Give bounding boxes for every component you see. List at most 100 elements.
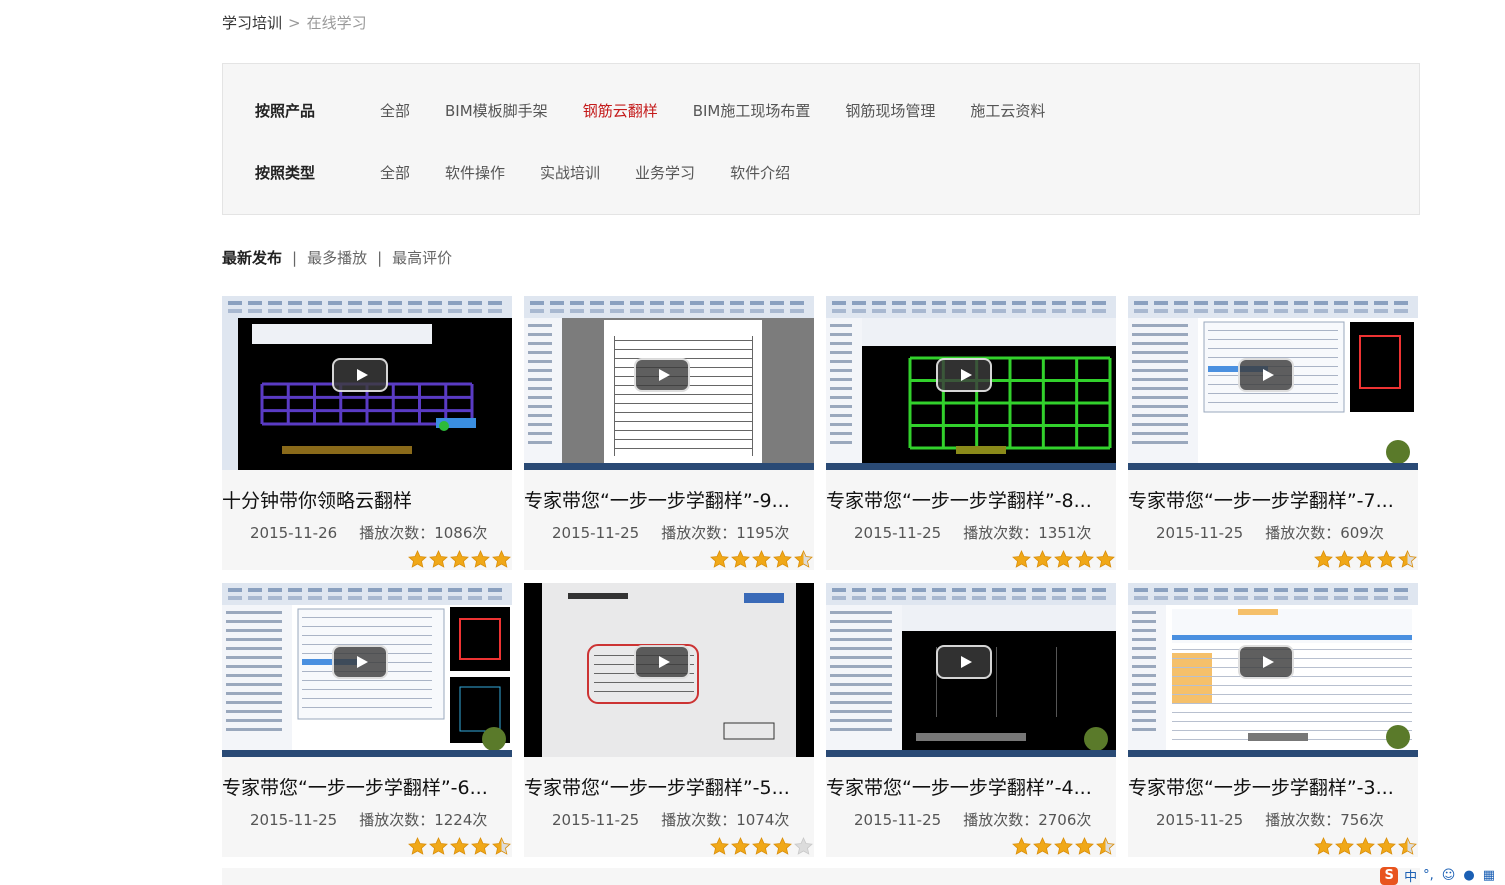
video-meta: 2015-11-25 播放次数：1224次 (250, 809, 487, 830)
filter-product-bim-formwork[interactable]: BIM模板脚手架 (445, 100, 548, 121)
star-icon (793, 837, 814, 855)
filter-product-rebar-site[interactable]: 钢筋现场管理 (845, 100, 935, 121)
star-icon (428, 837, 449, 855)
emoji-icon[interactable]: ☺ (1442, 868, 1456, 883)
video-meta: 2015-11-25 播放次数：1195次 (552, 522, 789, 543)
play-icon[interactable] (1238, 645, 1294, 679)
rating-stars (407, 550, 512, 568)
filter-type-practical[interactable]: 实战培训 (540, 162, 600, 183)
star-icon (449, 837, 470, 855)
video-title[interactable]: 专家带您“一步一步学翻样”-5... (524, 775, 814, 801)
microphone-icon[interactable]: ● (1463, 868, 1474, 883)
video-card[interactable]: 专家带您“一步一步学翻样”-6... 2015-11-25 播放次数：1224次 (222, 583, 512, 857)
filter-row-product: 按照产品 全部 BIM模板脚手架 钢筋云翻样 BIM施工现场布置 钢筋现场管理 … (255, 98, 1080, 122)
filter-type-intro[interactable]: 软件介绍 (730, 162, 790, 183)
sort-separator: | (377, 249, 383, 267)
play-icon[interactable] (634, 358, 690, 392)
star-icon (407, 837, 428, 855)
filter-product-rebar-cloud[interactable]: 钢筋云翻样 (583, 100, 658, 121)
video-date: 2015-11-25 (250, 811, 338, 829)
video-card[interactable]: 专家带您“一步一步学翻样”-4... 2015-11-25 播放次数：2706次 (826, 583, 1116, 857)
video-title[interactable]: 专家带您“一步一步学翻样”-9... (524, 488, 814, 514)
star-icon (1011, 837, 1032, 855)
star-icon (1095, 837, 1116, 855)
video-title[interactable]: 专家带您“一步一步学翻样”-6... (222, 775, 512, 801)
star-icon (491, 550, 512, 568)
star-icon (1095, 550, 1116, 568)
sort-top-rated[interactable]: 最高评价 (392, 247, 452, 269)
star-icon (407, 550, 428, 568)
video-card[interactable]: 专家带您“一步一步学翻样”-7... 2015-11-25 播放次数：609次 (1128, 296, 1418, 570)
video-date: 2015-11-25 (1156, 811, 1244, 829)
play-icon[interactable] (936, 645, 992, 679)
video-title[interactable]: 专家带您“一步一步学翻样”-4... (826, 775, 1116, 801)
star-icon (1053, 837, 1074, 855)
star-icon (470, 550, 491, 568)
video-meta: 2015-11-26 播放次数：1086次 (250, 522, 487, 543)
play-icon[interactable] (634, 645, 690, 679)
star-icon (1376, 550, 1397, 568)
video-card[interactable]: 十分钟带你领略云翻样 2015-11-26 播放次数：1086次 (222, 296, 512, 570)
video-title[interactable]: 专家带您“一步一步学翻样”-8... (826, 488, 1116, 514)
video-date: 2015-11-25 (552, 524, 640, 542)
star-icon (1334, 550, 1355, 568)
next-section-strip (222, 868, 1420, 885)
star-icon (1313, 550, 1334, 568)
video-play-count: 播放次数：2706次 (963, 811, 1092, 829)
star-icon (1032, 837, 1053, 855)
filter-panel: 按照产品 全部 BIM模板脚手架 钢筋云翻样 BIM施工现场布置 钢筋现场管理 … (222, 63, 1420, 215)
filter-label-product: 按照产品 (255, 101, 316, 120)
breadcrumb-separator: > (288, 14, 301, 32)
sogou-ime-icon[interactable]: S (1380, 866, 1399, 885)
star-icon (1074, 550, 1095, 568)
star-icon (428, 550, 449, 568)
video-play-count: 播放次数：756次 (1265, 811, 1384, 829)
filter-type-business[interactable]: 业务学习 (635, 162, 695, 183)
video-play-count: 播放次数：1086次 (359, 524, 488, 542)
video-date: 2015-11-25 (552, 811, 640, 829)
rating-stars (709, 550, 814, 568)
star-icon (1397, 550, 1418, 568)
filter-product-all[interactable]: 全部 (380, 100, 410, 121)
play-icon[interactable] (332, 358, 388, 392)
star-icon (1032, 550, 1053, 568)
video-title[interactable]: 十分钟带你领略云翻样 (222, 488, 512, 514)
filter-type-software-ops[interactable]: 软件操作 (445, 162, 505, 183)
star-icon (449, 550, 470, 568)
filter-type-all[interactable]: 全部 (380, 162, 410, 183)
rating-stars (407, 837, 512, 855)
filter-product-bim-site-layout[interactable]: BIM施工现场布置 (693, 100, 811, 121)
star-icon (772, 550, 793, 568)
punctuation-icon[interactable]: °, (1423, 868, 1434, 883)
video-title[interactable]: 专家带您“一步一步学翻样”-7... (1128, 488, 1418, 514)
play-icon[interactable] (332, 645, 388, 679)
star-icon (1011, 550, 1032, 568)
video-card[interactable]: 专家带您“一步一步学翻样”-5... 2015-11-25 播放次数：1074次 (524, 583, 814, 857)
sort-latest[interactable]: 最新发布 (222, 247, 282, 269)
star-icon (1334, 837, 1355, 855)
star-icon (793, 550, 814, 568)
sort-bar: 最新发布 | 最多播放 | 最高评价 (222, 247, 452, 269)
video-date: 2015-11-25 (1156, 524, 1244, 542)
video-card[interactable]: 专家带您“一步一步学翻样”-9... 2015-11-25 播放次数：1195次 (524, 296, 814, 570)
star-icon (709, 837, 730, 855)
play-icon[interactable] (1238, 358, 1294, 392)
filter-product-cloud-docs[interactable]: 施工云资料 (970, 100, 1045, 121)
grid-icon[interactable]: ▦ (1483, 868, 1495, 883)
ime-toolbar[interactable]: S 中 °, ☺ ● ▦ (1380, 866, 1495, 885)
video-card[interactable]: 专家带您“一步一步学翻样”-3... 2015-11-25 播放次数：756次 (1128, 583, 1418, 857)
filter-label-type: 按照类型 (255, 163, 316, 182)
video-date: 2015-11-26 (250, 524, 338, 542)
breadcrumb-current: 在线学习 (306, 14, 367, 32)
star-icon (1053, 550, 1074, 568)
star-icon (709, 550, 730, 568)
star-icon (470, 837, 491, 855)
video-card[interactable]: 专家带您“一步一步学翻样”-8... 2015-11-25 播放次数：1351次 (826, 296, 1116, 570)
star-icon (1313, 837, 1334, 855)
play-icon[interactable] (936, 358, 992, 392)
sort-most-played[interactable]: 最多播放 (307, 247, 367, 269)
video-play-count: 播放次数：1195次 (661, 524, 790, 542)
ime-mode-label[interactable]: 中 (1404, 866, 1417, 885)
breadcrumb-root-link[interactable]: 学习培训 (222, 14, 282, 32)
video-title[interactable]: 专家带您“一步一步学翻样”-3... (1128, 775, 1418, 801)
